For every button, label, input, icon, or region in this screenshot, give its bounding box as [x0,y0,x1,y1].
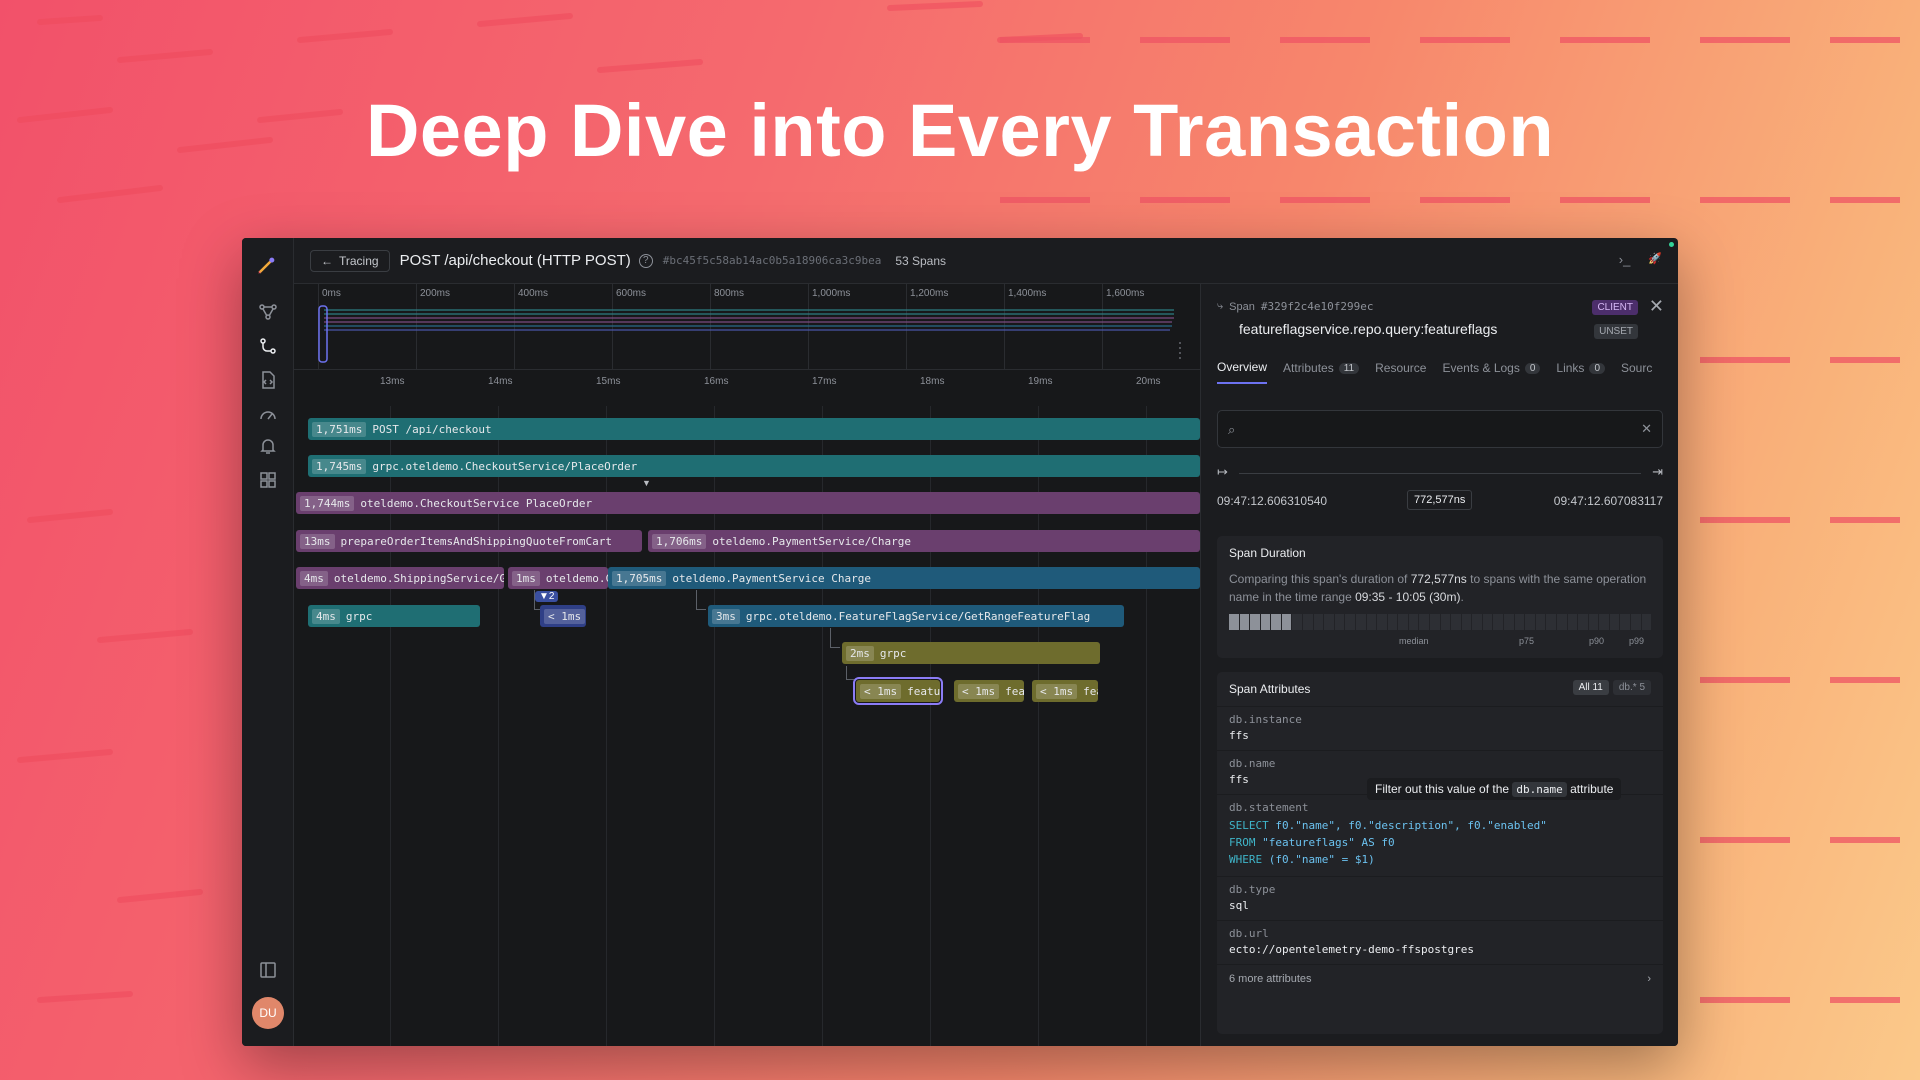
trace-title: POST /api/checkout (HTTP POST) [399,252,631,269]
span-icon: ⤷ [1217,300,1224,312]
app-logo-icon[interactable] [256,256,280,276]
dashboards-grid-icon[interactable] [258,470,278,490]
back-to-tracing-button[interactable]: ← Tracing [310,249,390,272]
sidebar: DU [242,238,294,1046]
end-time: 09:47:12.607083117 [1553,494,1663,508]
attribute-row[interactable]: db.statement SELECT f0."name", f0."descr… [1217,794,1663,876]
span-bar[interactable]: 3ms grpc.oteldemo.FeatureFlagService/GetR… [708,605,1124,627]
minimap-tick: 400ms [518,288,549,299]
filter-db-tag[interactable]: db.* 5 [1612,680,1651,695]
span-start-icon: ↦ [1217,464,1228,479]
minimap-tick: 1,000ms [812,288,851,299]
service-map-icon[interactable] [258,302,278,322]
attribute-row[interactable]: db.type sql [1217,876,1663,920]
span-name: featureflagservice.repo.query:featurefla… [1239,321,1498,337]
minimap-tick: 600ms [616,288,647,299]
sql-statement: SELECT f0."name", f0."description", f0."… [1229,819,1547,866]
tab-source[interactable]: Sourc [1621,360,1652,384]
zoom-tick: 18ms [920,376,945,387]
rocket-icon[interactable]: 🚀 [1648,252,1662,267]
status-dot [1669,242,1674,247]
start-time: 09:47:12.606310540 [1217,494,1328,508]
collapse-caret-icon[interactable]: ▼ [642,478,651,488]
attribute-search[interactable]: ⌕ ✕ [1217,410,1663,448]
zoom-tick: 16ms [704,376,729,387]
span-timing: ↦ ⇥ 09:47:12.606310540 772,577ns 09:47:1… [1217,464,1663,520]
clear-icon[interactable]: ✕ [1641,421,1652,437]
detail-tabs: Overview Attributes 11 Resource Events & … [1217,360,1652,384]
span-detail-panel: ⤷ Span #329f2c4e10f299ec featureflagserv… [1200,284,1678,1046]
tab-resource[interactable]: Resource [1375,360,1426,384]
span-duration-value: 772,577ns [1407,490,1473,510]
attribute-row[interactable]: db.url ecto://opentelemetry-demo-ffspostg… [1217,920,1663,964]
tab-attributes[interactable]: Attributes 11 [1283,360,1360,384]
minimap-spans [318,305,1181,363]
tracing-icon[interactable] [258,336,278,356]
span-bar[interactable]: < 1msfeatureflagservice [1032,680,1098,702]
span-bar[interactable]: 4msoteldemo.ShippingService/GetQuote [296,567,504,589]
zoom-tick: 19ms [1028,376,1053,387]
tab-overview[interactable]: Overview [1217,360,1268,384]
app-window: DU ← Tracing POST /api/checkout (HTTP PO… [242,238,1678,1046]
span-bar[interactable]: 13ms prepareOrderItemsAndShippingQuoteFro… [296,530,642,552]
tab-events-logs[interactable]: Events & Logs 0 [1442,360,1541,384]
attribute-row[interactable]: db.instance ffs [1217,706,1663,750]
minimap-tick: 0ms [322,288,341,299]
span-id: #329f2c4e10f299ec [1260,300,1374,313]
zoom-tick: 20ms [1136,376,1161,387]
span-bar[interactable]: 1,751ms POST /api/checkout [308,418,1200,440]
span-duration-card: Span Duration Comparing this span's dura… [1217,536,1663,658]
duration-histogram [1229,614,1652,630]
span-bar[interactable]: 1,744ms oteldemo.CheckoutService PlaceOrd… [296,492,1200,514]
close-icon[interactable]: ✕ [1649,296,1664,317]
logs-icon[interactable] [258,370,278,390]
span-count: 53 Spans [895,253,947,268]
filter-all-tag[interactable]: All 11 [1572,680,1609,695]
help-icon[interactable]: ? [638,253,653,268]
chevron-right-icon: › [1647,973,1651,985]
panel-toggle-icon[interactable] [258,960,278,980]
tab-links[interactable]: Links 0 [1556,360,1605,384]
span-bar[interactable]: 4ms grpc [308,605,480,627]
span-bar[interactable]: < 1ms [540,605,586,627]
span-kind-badge: CLIENT [1592,300,1638,315]
span-bar[interactable]: 1,705ms oteldemo.PaymentService Charge [608,567,1200,589]
span-bar[interactable]: 1,745ms grpc.oteldemo.CheckoutService/Pla… [308,455,1200,477]
minimap-tick: 1,400ms [1008,288,1047,299]
terminal-icon[interactable]: ›_ [1619,252,1631,267]
headline: Deep Dive into Every Transaction [365,89,1555,172]
user-avatar[interactable]: DU [252,997,284,1029]
search-icon: ⌕ [1228,422,1236,437]
minimap-tick: 200ms [420,288,451,299]
zoom-tick: 15ms [596,376,621,387]
more-attributes-button[interactable]: 6 more attributes › [1217,964,1663,993]
minimap-tick: 1,600ms [1106,288,1145,299]
zoom-tick: 17ms [812,376,837,387]
span-attributes-card: Span Attributes All 11 db.* 5 db.instanc… [1217,672,1663,1034]
top-bar: ← Tracing POST /api/checkout (HTTP POST)… [294,238,1678,284]
span-bar[interactable]: 2ms grpc [842,642,1100,664]
alerts-bell-icon[interactable] [258,436,278,456]
span-status-badge: UNSET [1594,324,1638,339]
trace-id: #bc45f5c58ab14ac0b5a18906ca3c9bea [662,254,882,267]
trace-waterfall: 0ms 200ms 400ms 600ms 800ms 1,000ms 1,20… [294,284,1200,1046]
zoom-tick: 13ms [380,376,405,387]
trace-minimap[interactable]: 0ms 200ms 400ms 600ms 800ms 1,000ms 1,20… [294,284,1200,370]
minimap-tick: 800ms [714,288,745,299]
span-bar-selected[interactable]: < 1msfeatureflagservice.repo.query [853,677,943,705]
filter-tooltip: Filter out this value of the db.name att… [1367,778,1622,800]
span-bar[interactable]: 1msoteldemo.CurrencyService [508,567,608,589]
span-bar[interactable]: < 1msfeatureflagservice [954,680,1024,702]
zoom-tick: 14ms [488,376,513,387]
arrow-left-icon: ← [321,253,333,268]
metrics-gauge-icon[interactable] [258,404,278,424]
minimap-tick: 1,200ms [910,288,949,299]
span-bar[interactable]: 1,706ms oteldemo.PaymentService/Charge [648,530,1200,552]
span-end-icon: ⇥ [1652,464,1663,479]
